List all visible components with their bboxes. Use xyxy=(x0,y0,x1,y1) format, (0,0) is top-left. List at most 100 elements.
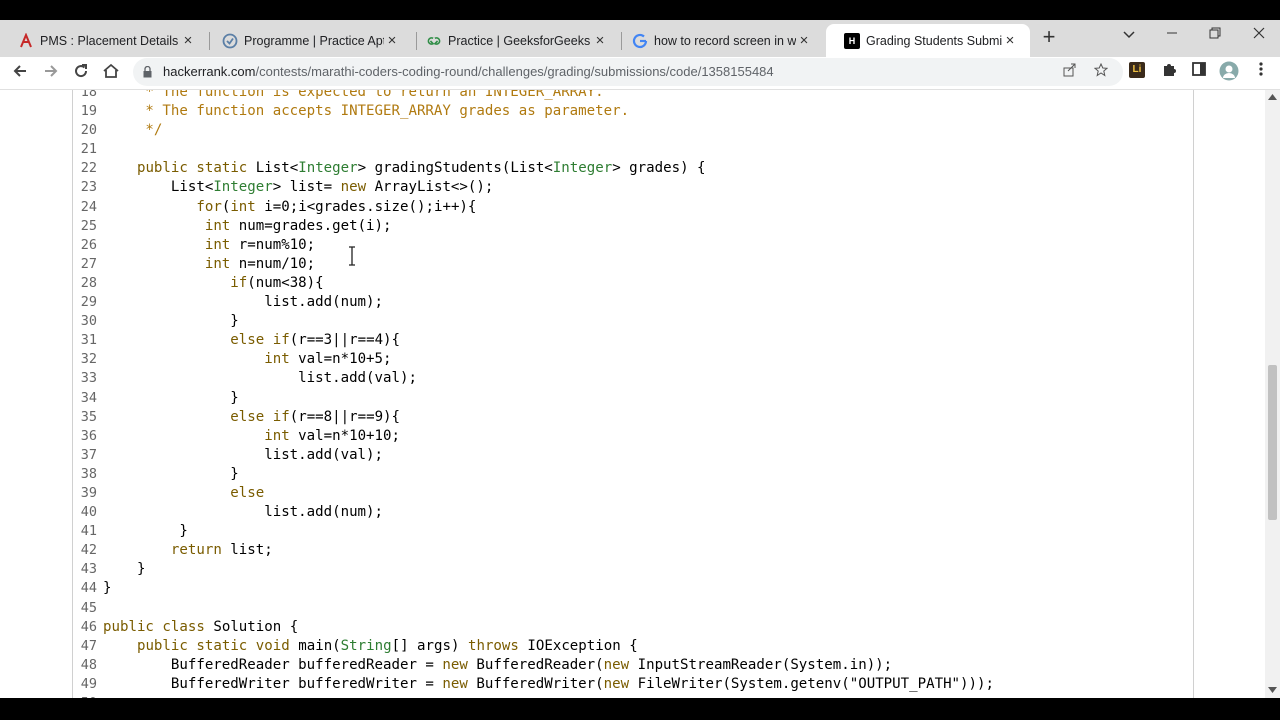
code-line[interactable]: 19 * The function accepts INTEGER_ARRAY … xyxy=(73,102,1193,121)
back-arrow-icon[interactable] xyxy=(8,61,32,85)
code-text[interactable]: list.add(val); xyxy=(103,369,417,388)
code-text[interactable]: list.add(val); xyxy=(103,446,383,465)
forward-arrow-icon[interactable] xyxy=(39,61,63,85)
close-icon[interactable]: × xyxy=(592,32,608,49)
code-line[interactable]: 22 public static List<Integer> gradingSt… xyxy=(73,159,1193,178)
close-icon[interactable]: × xyxy=(384,32,400,49)
code-line[interactable]: 45 xyxy=(73,599,1193,618)
scroll-up-arrow-icon[interactable] xyxy=(1268,93,1277,102)
code-line[interactable]: 21 xyxy=(73,140,1193,159)
code-line[interactable]: 41 } xyxy=(73,522,1193,541)
code-text[interactable]: } xyxy=(103,389,239,408)
code-line[interactable]: 49 BufferedWriter bufferedWriter = new B… xyxy=(73,675,1193,694)
code-line[interactable]: 33 list.add(val); xyxy=(73,369,1193,388)
reload-icon[interactable] xyxy=(69,61,93,85)
code-text[interactable]: */ xyxy=(103,121,162,140)
code-text[interactable]: BufferedReader bufferedReader = new Buff… xyxy=(103,656,892,675)
scrollbar-thumb[interactable] xyxy=(1268,365,1277,520)
restore-button[interactable] xyxy=(1203,26,1227,42)
tab-search-icon[interactable] xyxy=(1117,26,1141,42)
share-icon[interactable] xyxy=(1061,63,1079,81)
code-text[interactable]: int n=num/10; xyxy=(103,255,315,274)
page-scrollbar[interactable] xyxy=(1265,90,1280,698)
bookmark-star-icon[interactable] xyxy=(1092,62,1110,81)
scroll-down-arrow-icon[interactable] xyxy=(1268,686,1277,695)
code-line[interactable]: 26 int r=num%10; xyxy=(73,236,1193,255)
code-text[interactable]: * The function accepts INTEGER_ARRAY gra… xyxy=(103,102,629,121)
code-text[interactable]: public static void main(String[] args) t… xyxy=(103,637,638,656)
code-text[interactable]: int val=n*10+5; xyxy=(103,350,391,369)
code-line[interactable]: 48 BufferedReader bufferedReader = new B… xyxy=(73,656,1193,675)
code-text[interactable]: } xyxy=(103,465,239,484)
code-editor[interactable]: 18 * The function is expected to return … xyxy=(73,90,1193,698)
avatar[interactable] xyxy=(1219,61,1239,81)
close-icon[interactable]: × xyxy=(180,32,196,49)
code-line[interactable]: 20 */ xyxy=(73,121,1193,140)
code-text[interactable]: list.add(num); xyxy=(103,503,383,522)
tab-pms[interactable]: PMS : Placement Details × xyxy=(0,24,208,57)
tab-grading-students[interactable]: H Grading Students Submission × xyxy=(826,24,1030,57)
new-tab-button[interactable]: + xyxy=(1038,26,1060,48)
lock-icon xyxy=(143,65,152,78)
code-line[interactable]: 42 return list; xyxy=(73,541,1193,560)
code-line[interactable]: 31 else if(r==3||r==4){ xyxy=(73,331,1193,350)
code-line[interactable]: 23 List<Integer> list= new ArrayList<>()… xyxy=(73,178,1193,197)
code-text[interactable]: public class Solution { xyxy=(103,618,298,637)
code-line[interactable]: 24 for(int i=0;i<grades.size();i++){ xyxy=(73,198,1193,217)
code-line[interactable]: 25 int num=grades.get(i); xyxy=(73,217,1193,236)
code-line[interactable]: 43 } xyxy=(73,560,1193,579)
tab-title: PMS : Placement Details xyxy=(40,33,179,48)
url-text[interactable]: hackerrank.com/contests/marathi-coders-c… xyxy=(163,64,774,79)
code-line[interactable]: 47 public static void main(String[] args… xyxy=(73,637,1193,656)
code-line[interactable]: 40 list.add(num); xyxy=(73,503,1193,522)
code-text[interactable]: } xyxy=(103,312,239,331)
code-line[interactable]: 37 list.add(val); xyxy=(73,446,1193,465)
code-text[interactable]: else xyxy=(103,484,264,503)
code-line[interactable]: 32 int val=n*10+5; xyxy=(73,350,1193,369)
code-text[interactable]: else if(r==8||r==9){ xyxy=(103,408,400,427)
more-menu-icon[interactable] xyxy=(1251,61,1271,81)
code-line[interactable]: 35 else if(r==8||r==9){ xyxy=(73,408,1193,427)
code-text[interactable]: } xyxy=(103,579,112,598)
tab-geeksforgeeks[interactable]: Practice | GeeksforGeeks | A c × xyxy=(408,24,620,57)
code-line[interactable]: 44} xyxy=(73,579,1193,598)
code-text[interactable]: BufferedWriter bufferedWriter = new Buff… xyxy=(103,675,994,694)
side-panel-icon[interactable] xyxy=(1189,61,1209,81)
code-text[interactable]: list.add(num); xyxy=(103,293,383,312)
code-text[interactable]: else if(r==3||r==4){ xyxy=(103,331,400,350)
code-text[interactable]: int num=grades.get(i); xyxy=(103,217,392,236)
code-line[interactable]: 28 if(num<38){ xyxy=(73,274,1193,293)
code-text[interactable]: * The function is expected to return an … xyxy=(103,90,603,102)
code-text[interactable]: int val=n*10+10; xyxy=(103,427,400,446)
tab-title: Grading Students Submission xyxy=(866,33,1002,48)
home-icon[interactable] xyxy=(99,61,123,85)
code-text[interactable]: if(num<38){ xyxy=(103,274,323,293)
extension-li-icon[interactable]: Li xyxy=(1129,62,1145,78)
code-line[interactable]: 39 else xyxy=(73,484,1193,503)
close-window-button[interactable] xyxy=(1247,26,1271,42)
code-line[interactable]: 30 } xyxy=(73,312,1193,331)
code-line[interactable]: 34 } xyxy=(73,389,1193,408)
code-line[interactable]: 38 } xyxy=(73,465,1193,484)
code-line[interactable]: 18 * The function is expected to return … xyxy=(73,90,1193,102)
code-text[interactable]: for(int i=0;i<grades.size();i++){ xyxy=(103,198,476,217)
code-line[interactable]: 46 public class Solution { xyxy=(73,618,1193,637)
code-text[interactable]: return list; xyxy=(103,541,273,560)
close-icon[interactable]: × xyxy=(796,32,812,49)
close-icon[interactable]: × xyxy=(1002,32,1018,49)
puzzle-icon[interactable] xyxy=(1159,61,1179,81)
code-text[interactable]: } xyxy=(103,560,146,579)
line-number: 23 xyxy=(80,179,97,196)
code-line[interactable]: 27 int n=num/10; xyxy=(73,255,1193,274)
code-line[interactable]: 29 list.add(num); xyxy=(73,293,1193,312)
minimize-button[interactable] xyxy=(1160,26,1184,42)
tab-google-search[interactable]: how to record screen in wind × xyxy=(614,24,824,57)
tab-programme[interactable]: Programme | Practice Aptitude × xyxy=(204,24,412,57)
editor-right-border xyxy=(1193,90,1194,698)
code-line[interactable]: 36 int val=n*10+10; xyxy=(73,427,1193,446)
code-text[interactable]: int r=num%10; xyxy=(103,236,315,255)
address-bar[interactable]: hackerrank.com/contests/marathi-coders-c… xyxy=(133,58,1123,86)
code-text[interactable]: } xyxy=(103,522,188,541)
code-text[interactable]: List<Integer> list= new ArrayList<>(); xyxy=(103,178,493,197)
code-text[interactable]: public static List<Integer> gradingStude… xyxy=(103,159,706,178)
